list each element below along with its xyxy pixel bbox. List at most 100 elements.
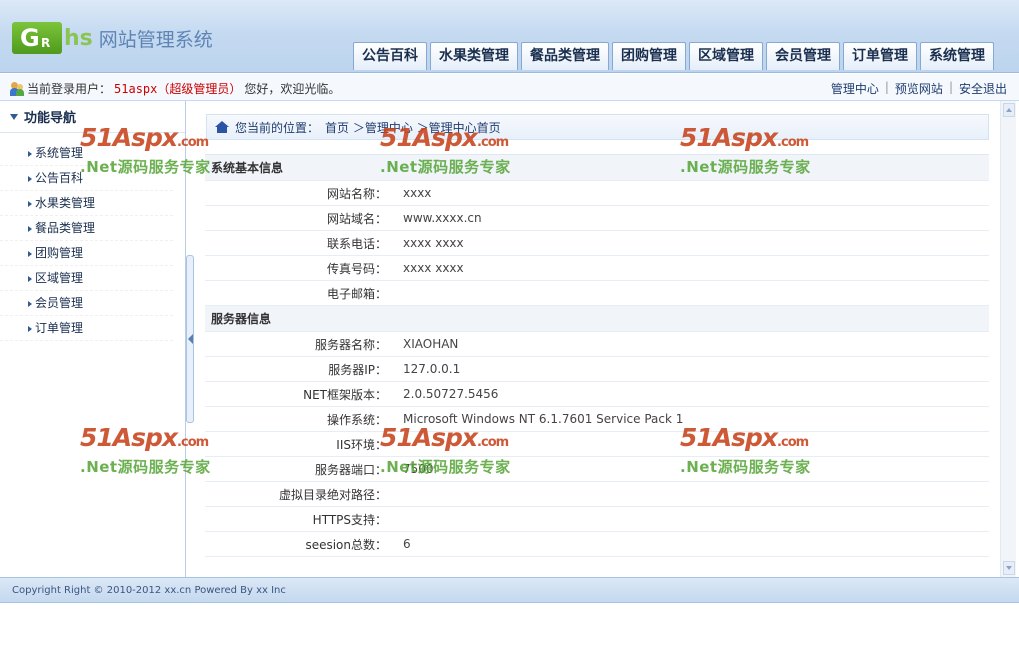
login-username: 51aspx（超级管理员）	[114, 82, 242, 96]
table-row: seesion总数： 6	[205, 531, 989, 557]
tab-meal-management[interactable]: 餐品类管理	[521, 42, 609, 70]
tab-announcements[interactable]: 公告百科	[353, 42, 427, 70]
field-label: 电子邮箱：	[205, 280, 391, 306]
field-value	[391, 431, 989, 457]
section-title: 系统基本信息	[205, 154, 989, 181]
field-value: www.xxxx.cn	[391, 205, 989, 231]
section-title: 服务器信息	[205, 305, 989, 332]
field-label: 网站名称：	[205, 180, 391, 206]
copyright-text: Copyright Right © 2010-2012 xx.cn Powere…	[12, 585, 286, 596]
table-row: 服务器端口： 7500	[205, 456, 989, 482]
field-label: seesion总数：	[205, 531, 391, 557]
table-row: 虚拟目录绝对路径：	[205, 481, 989, 507]
header-links: 管理中心 | 预览网站 | 安全退出	[831, 80, 1007, 97]
header: GR hs 网站管理系统 公告百科 水果类管理 餐品类管理 团购管理 区域管理 …	[0, 0, 1019, 73]
sidebar-item-region[interactable]: 区域管理	[0, 266, 173, 291]
logo-badge-letter: G	[20, 24, 40, 52]
table-row: NET框架版本： 2.0.50727.5456	[205, 381, 989, 407]
sidebar-item-label: 餐品类管理	[35, 221, 96, 235]
field-value: XIAOHAN	[391, 331, 989, 357]
table-row: 电子邮箱：	[205, 280, 989, 306]
preview-site-link[interactable]: 预览网站	[895, 80, 943, 97]
section-header: 系统基本信息	[205, 154, 989, 181]
field-value: 2.0.50727.5456	[391, 381, 989, 407]
sidebar: 功能导航 系统管理 公告百科 水果类管理 餐品类管理 团购管理 区域管理 会员管…	[0, 101, 186, 577]
sidebar-item-system[interactable]: 系统管理	[0, 141, 173, 166]
field-value	[391, 481, 989, 507]
user-greeting: 当前登录用户： 51aspx（超级管理员） 您好，欢迎光临。	[10, 80, 340, 97]
vertical-scrollbar[interactable]	[1000, 101, 1016, 577]
footer: Copyright Right © 2010-2012 xx.cn Powere…	[0, 577, 1019, 603]
table-row: 操作系统： Microsoft Windows NT 6.1.7601 Servi…	[205, 406, 989, 432]
sidebar-item-group-buy[interactable]: 团购管理	[0, 241, 173, 266]
logo-text: 网站管理系统	[98, 28, 213, 51]
home-icon	[215, 121, 229, 133]
table-row: 服务器IP： 127.0.0.1	[205, 356, 989, 382]
sidebar-item-label: 系统管理	[35, 146, 84, 160]
bullet-arrow-icon	[28, 151, 32, 157]
admin-center-link[interactable]: 管理中心	[831, 80, 879, 97]
breadcrumb-path[interactable]: 首页 ＞管理中心 ＞管理中心首页	[325, 119, 501, 136]
logo-badge: GR	[12, 22, 62, 54]
table-row: 网站名称： xxxx	[205, 180, 989, 206]
sidebar-item-label: 订单管理	[35, 321, 84, 335]
sidebar-item-meal[interactable]: 餐品类管理	[0, 216, 173, 241]
sidebar-item-order[interactable]: 订单管理	[0, 316, 173, 341]
tab-order-management[interactable]: 订单管理	[843, 42, 917, 70]
sidebar-item-announcements[interactable]: 公告百科	[0, 166, 173, 191]
scroll-down-icon[interactable]	[1003, 561, 1015, 575]
logo-badge-small-letter: R	[41, 36, 51, 50]
sidebar-item-member[interactable]: 会员管理	[0, 291, 173, 316]
table-row: HTTPS支持：	[205, 506, 989, 532]
tab-region-management[interactable]: 区域管理	[689, 42, 763, 70]
sidebar-item-label: 公告百科	[35, 171, 84, 185]
field-value	[391, 506, 989, 532]
bullet-arrow-icon	[28, 251, 32, 257]
bullet-arrow-icon	[28, 176, 32, 182]
scroll-up-icon[interactable]	[1003, 103, 1015, 117]
info-table: 系统基本信息 网站名称： xxxx 网站域名： www.xxxx.cn 联系电话： x…	[205, 154, 989, 557]
field-value: 127.0.0.1	[391, 356, 989, 382]
bullet-arrow-icon	[28, 201, 32, 207]
tab-group-buy-management[interactable]: 团购管理	[612, 42, 686, 70]
field-label: 服务器端口：	[205, 456, 391, 482]
logout-link[interactable]: 安全退出	[959, 80, 1007, 97]
sidebar-item-label: 区域管理	[35, 271, 84, 285]
field-value: Microsoft Windows NT 6.1.7601 Service Pa…	[391, 406, 989, 432]
sidebar-item-label: 水果类管理	[35, 196, 96, 210]
collapse-arrow-icon	[10, 113, 18, 120]
field-value: xxxx xxxx	[391, 230, 989, 256]
sidebar-title: 功能导航	[24, 111, 77, 126]
field-label: 联系电话：	[205, 230, 391, 256]
field-label: NET框架版本：	[205, 381, 391, 407]
bullet-arrow-icon	[28, 226, 32, 232]
users-icon	[10, 81, 24, 96]
logo: GR hs 网站管理系统	[12, 20, 213, 56]
field-label: 服务器名称：	[205, 331, 391, 357]
field-label: 操作系统：	[205, 406, 391, 432]
field-label: 传真号码：	[205, 255, 391, 281]
field-label: 服务器IP：	[205, 356, 391, 382]
field-label: 网站域名：	[205, 205, 391, 231]
login-welcome: 您好，欢迎光临。	[244, 82, 341, 96]
sidebar-splitter[interactable]	[186, 255, 194, 423]
bullet-arrow-icon	[28, 326, 32, 332]
breadcrumb-prefix: 您当前的位置：	[235, 120, 320, 135]
section-header: 服务器信息	[205, 305, 989, 332]
table-row: 传真号码： xxxx xxxx	[205, 255, 989, 281]
tab-fruit-management[interactable]: 水果类管理	[430, 42, 518, 70]
main-content: 您当前的位置： 首页 ＞管理中心 ＞管理中心首页 系统基本信息 网站名称： xxx…	[194, 101, 1019, 577]
bullet-arrow-icon	[28, 276, 32, 282]
collapse-left-icon	[188, 334, 193, 344]
breadcrumb: 您当前的位置： 首页 ＞管理中心 ＞管理中心首页	[206, 114, 989, 140]
link-separator: |	[884, 80, 889, 94]
sidebar-item-fruit[interactable]: 水果类管理	[0, 191, 173, 216]
table-row: IIS环境：	[205, 431, 989, 457]
field-value: 7500	[391, 456, 989, 482]
table-row: 网站域名： www.xxxx.cn	[205, 205, 989, 231]
tab-member-management[interactable]: 会员管理	[766, 42, 840, 70]
sidebar-header[interactable]: 功能导航	[0, 101, 185, 133]
table-row: 服务器名称： XIAOHAN	[205, 331, 989, 357]
field-value	[391, 280, 989, 306]
tab-system-management[interactable]: 系统管理	[920, 42, 994, 70]
